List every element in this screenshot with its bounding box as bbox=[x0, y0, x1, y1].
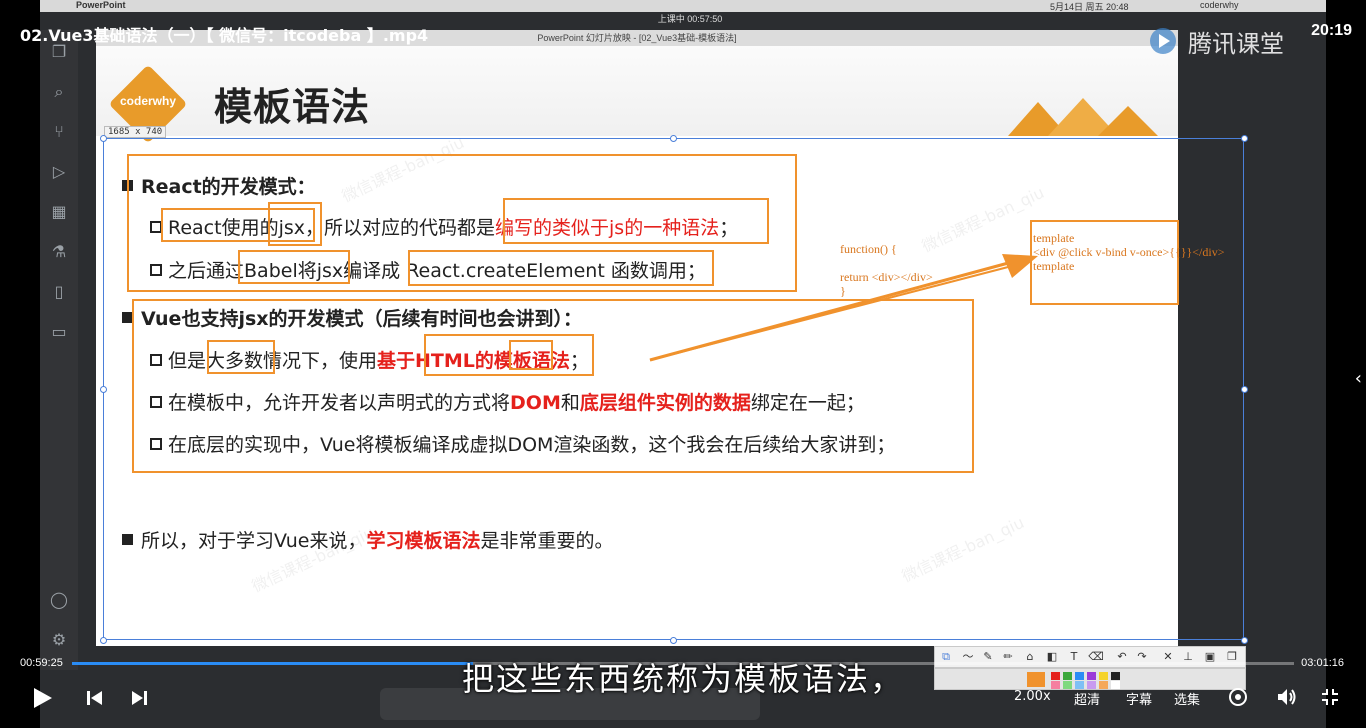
decorative-peaks-icon bbox=[1008, 98, 1158, 136]
slide-title: 模板语法 bbox=[214, 85, 371, 129]
editor-activity-bar: ❐ ⌕ ⑂ ▷ ▦ ⚗ ▯ ▭ ◯ ⚙ bbox=[40, 30, 78, 670]
resize-handle[interactable] bbox=[100, 135, 107, 142]
resize-handle[interactable] bbox=[670, 135, 677, 142]
resize-handle[interactable] bbox=[1241, 637, 1248, 644]
account-icon[interactable]: ◯ bbox=[49, 590, 69, 610]
captions-button[interactable]: 字幕 bbox=[1126, 689, 1152, 708]
brand-name: 腾讯课堂 bbox=[1188, 30, 1284, 58]
resize-handle[interactable] bbox=[670, 637, 677, 644]
speed-button[interactable]: 2.00x bbox=[1014, 689, 1051, 704]
extensions-icon[interactable]: ▦ bbox=[49, 202, 69, 222]
episodes-button[interactable]: 选集 bbox=[1174, 689, 1200, 708]
search-icon[interactable]: ⌕ bbox=[49, 82, 69, 102]
dimension-tag: 1685 x 740 bbox=[104, 126, 167, 138]
danmaku-icon[interactable] bbox=[1228, 687, 1248, 707]
testing-icon[interactable]: ⚗ bbox=[49, 242, 69, 262]
resize-handle[interactable] bbox=[100, 637, 107, 644]
folder-icon[interactable]: ▭ bbox=[49, 322, 69, 342]
resize-handle[interactable] bbox=[1241, 135, 1248, 142]
video-title: 02.Vue3基础语法（一）【 微信号：itcodeba 】.mp4 bbox=[20, 26, 429, 45]
mac-app-name: PowerPoint bbox=[76, 0, 126, 10]
upload-hint: 上课中 00:57:50 bbox=[657, 14, 723, 24]
logo-text: coderwhy bbox=[119, 94, 176, 108]
bookmark-icon[interactable]: ▯ bbox=[49, 282, 69, 302]
resize-handle[interactable] bbox=[1241, 386, 1248, 393]
volume-icon[interactable] bbox=[1276, 687, 1298, 707]
next-icon[interactable] bbox=[130, 689, 148, 707]
tencent-classroom-logo-icon bbox=[1150, 28, 1176, 54]
resize-handle[interactable] bbox=[100, 386, 107, 393]
previous-icon[interactable] bbox=[86, 689, 104, 707]
run-debug-icon[interactable]: ▷ bbox=[49, 162, 69, 182]
video-clock: 20:19 bbox=[1311, 22, 1352, 39]
subtitle-caption: 把这些东西统称为模板语法， bbox=[461, 660, 904, 698]
chevron-left-icon[interactable]: ‹ bbox=[1355, 368, 1362, 389]
quality-button[interactable]: 超清 bbox=[1074, 689, 1100, 708]
editor-tab-hint: 上课中 00:57:50 bbox=[560, 12, 820, 28]
play-icon[interactable] bbox=[32, 686, 54, 710]
selection-frame[interactable] bbox=[103, 138, 1244, 640]
source-control-icon[interactable]: ⑂ bbox=[49, 122, 69, 142]
mac-menu-bar: PowerPoint 5月14日 周五 20:48 coderwhy bbox=[40, 0, 1326, 12]
exit-fullscreen-icon[interactable] bbox=[1320, 687, 1340, 707]
mac-user-name: coderwhy bbox=[1200, 0, 1239, 10]
settings-gear-icon[interactable]: ⚙ bbox=[49, 630, 69, 650]
